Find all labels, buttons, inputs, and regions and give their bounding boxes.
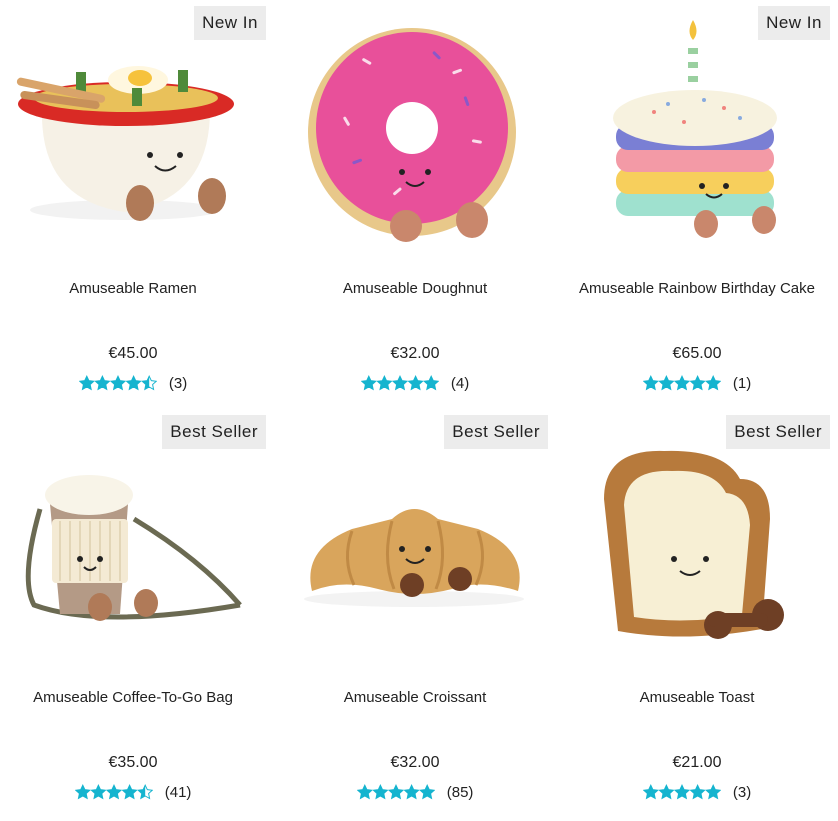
star-icon <box>140 375 157 391</box>
star-icon <box>403 784 420 800</box>
review-count[interactable]: (41) <box>165 784 192 801</box>
star-icon <box>89 784 107 800</box>
product-price: €35.00 <box>108 754 158 771</box>
product-card[interactable]: New In Amuseable Ramen €45.00 (3) <box>0 0 266 400</box>
star-rating-icon <box>74 784 153 800</box>
product-price: €65.00 <box>672 345 722 362</box>
product-badge: New In <box>758 6 830 40</box>
star-icon <box>371 784 389 800</box>
product-badge: Best Seller <box>726 415 830 449</box>
product-card[interactable]: Best Seller Amuseable Croissant €32.00 (… <box>282 409 548 809</box>
star-icon <box>105 784 122 800</box>
product-price: €21.00 <box>672 754 722 771</box>
product-card[interactable]: New In Amuseable Rainbow Birthday Cake €… <box>564 0 830 400</box>
review-count[interactable]: (85) <box>447 784 474 801</box>
review-count[interactable]: (3) <box>169 375 187 392</box>
star-icon <box>78 375 95 391</box>
review-count[interactable]: (4) <box>451 375 469 392</box>
star-icon <box>94 375 111 391</box>
doughnut-plush-image[interactable] <box>282 0 548 258</box>
product-name[interactable]: Amuseable Doughnut <box>282 280 548 297</box>
star-icon <box>642 784 659 800</box>
star-icon <box>121 784 138 800</box>
product-name[interactable]: Amuseable Rainbow Birthday Cake <box>564 280 830 297</box>
product-card[interactable]: Best Seller Amuseable Toast €21.00 (3) <box>564 409 830 809</box>
star-rating-icon <box>642 784 721 800</box>
star-icon <box>689 784 706 800</box>
star-icon <box>391 375 408 391</box>
star-icon <box>422 375 439 391</box>
product-name[interactable]: Amuseable Croissant <box>282 689 548 706</box>
star-icon <box>125 375 142 391</box>
product-card[interactable]: Best Seller Amuseable Coffee-To-Go Bag €… <box>0 409 266 809</box>
product-rating: (3) <box>564 783 830 801</box>
star-rating-icon <box>356 784 435 800</box>
star-icon <box>376 375 393 391</box>
product-badge: Best Seller <box>444 415 548 449</box>
review-count[interactable]: (1) <box>733 375 751 392</box>
review-count[interactable]: (3) <box>733 784 751 801</box>
star-icon <box>689 375 706 391</box>
product-rating: (85) <box>282 783 548 801</box>
star-icon <box>407 375 424 391</box>
product-price: €32.00 <box>390 754 440 771</box>
star-icon <box>642 375 659 391</box>
product-badge: Best Seller <box>162 415 266 449</box>
star-icon <box>704 375 721 391</box>
product-grid: New In Amuseable Ramen €45.00 (3) Amusea… <box>0 0 838 821</box>
product-rating: (1) <box>564 374 830 392</box>
star-icon <box>387 784 404 800</box>
product-rating: (41) <box>0 783 266 801</box>
star-rating-icon <box>78 375 157 391</box>
product-rating: (3) <box>0 374 266 392</box>
star-icon <box>109 375 126 391</box>
product-badge: New In <box>194 6 266 40</box>
star-rating-icon <box>360 375 439 391</box>
star-icon <box>658 375 675 391</box>
product-price: €32.00 <box>390 345 440 362</box>
star-icon <box>360 375 377 391</box>
star-icon <box>673 784 690 800</box>
product-name[interactable]: Amuseable Ramen <box>0 280 266 297</box>
product-name[interactable]: Amuseable Toast <box>564 689 830 706</box>
star-icon <box>356 784 373 800</box>
star-icon <box>658 784 675 800</box>
product-card[interactable]: Amuseable Doughnut €32.00 (4) <box>282 0 548 400</box>
product-rating: (4) <box>282 374 548 392</box>
star-icon <box>74 784 91 800</box>
star-icon <box>418 784 435 800</box>
product-name[interactable]: Amuseable Coffee-To-Go Bag <box>0 689 266 706</box>
star-icon <box>704 784 721 800</box>
product-price: €45.00 <box>108 345 158 362</box>
star-icon <box>673 375 690 391</box>
star-rating-icon <box>642 375 721 391</box>
star-icon <box>136 784 153 800</box>
